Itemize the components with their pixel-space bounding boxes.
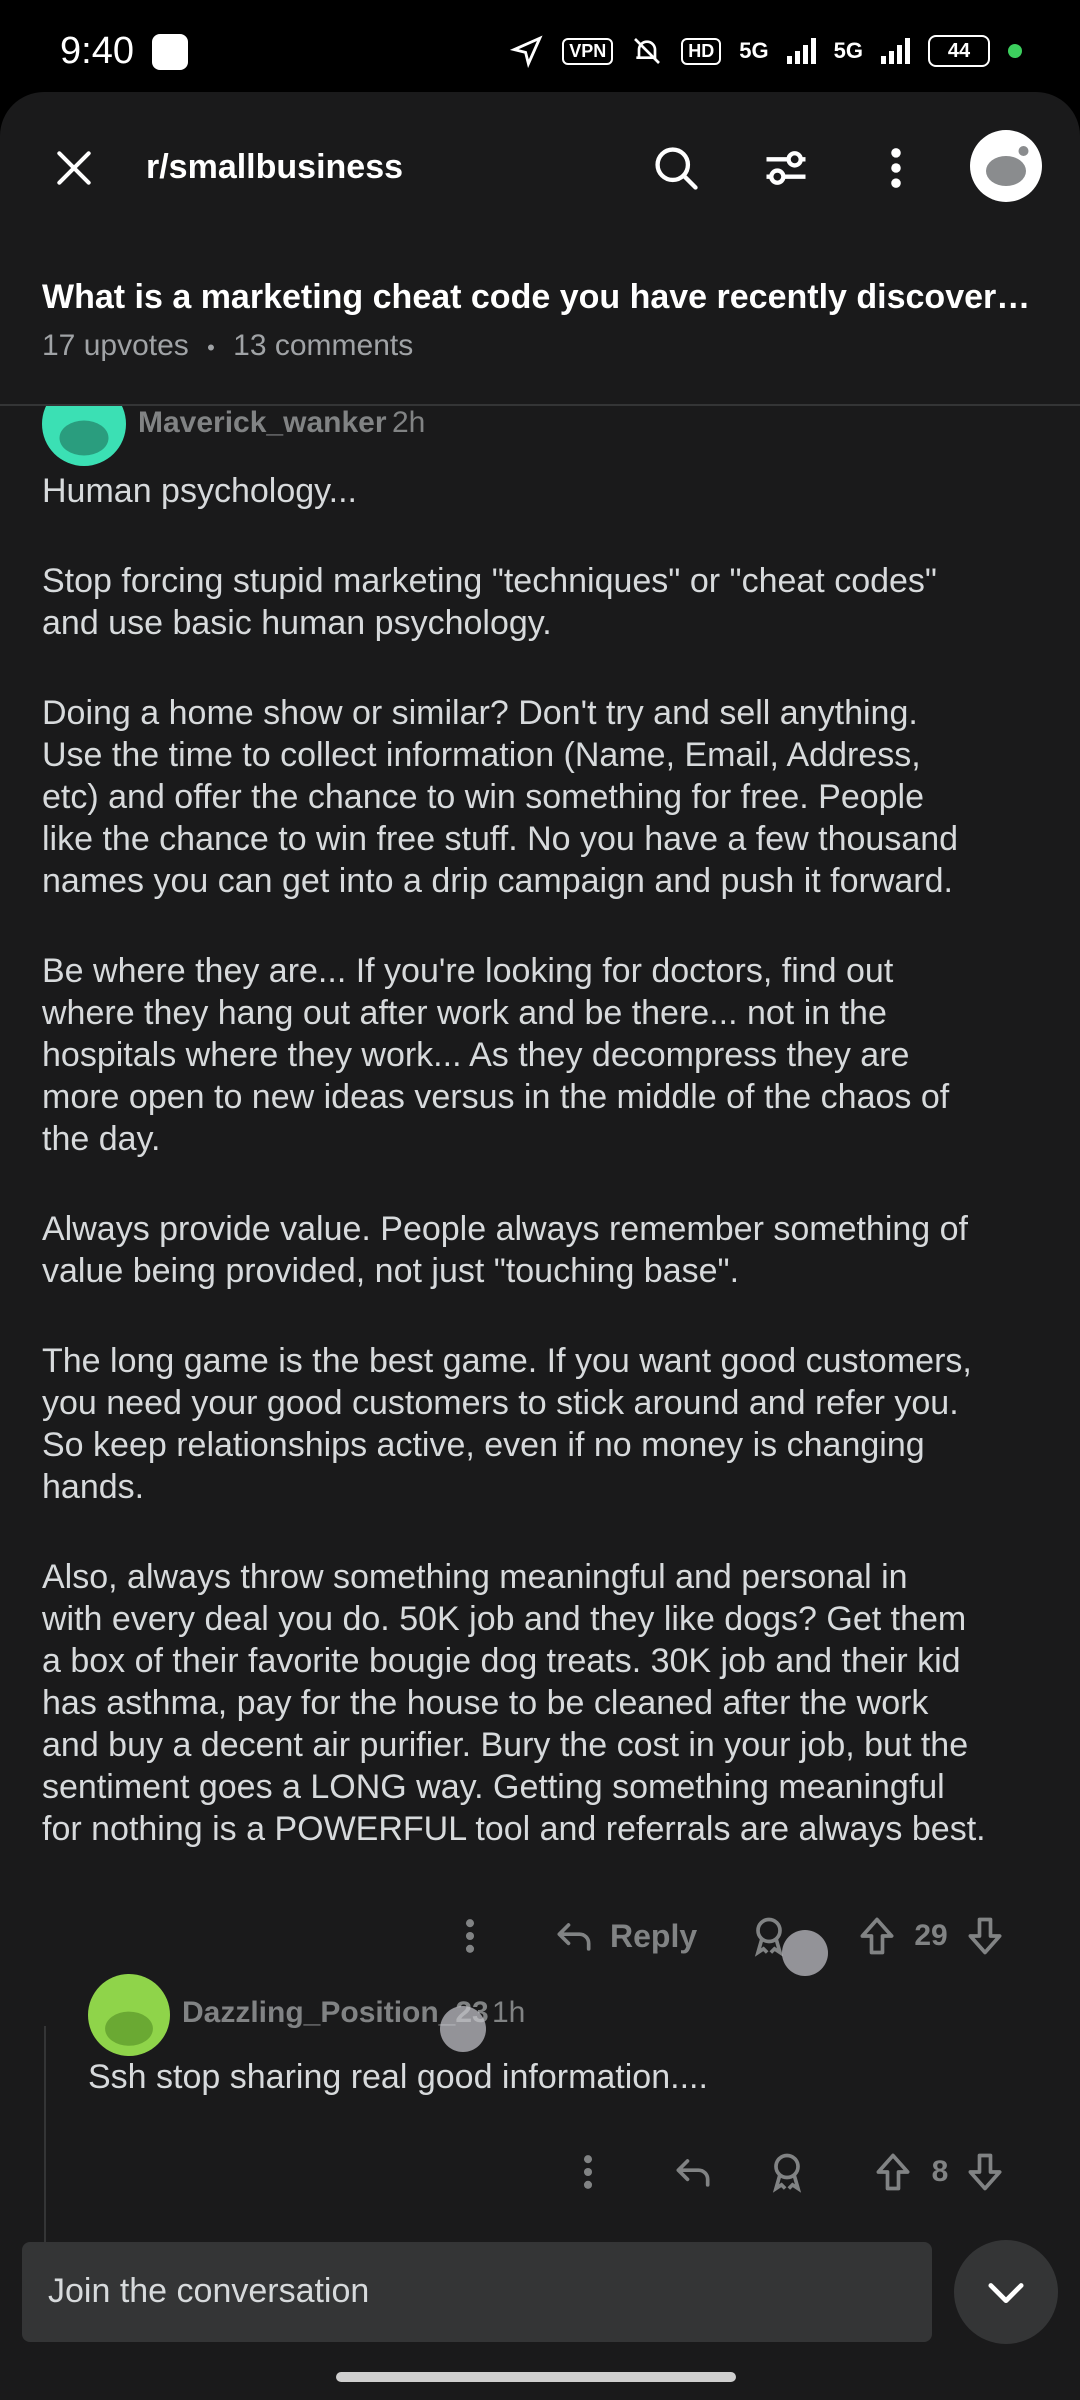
post-meta: 17 upvotes • 13 comments: [42, 329, 1042, 363]
downvote-arrow-icon: [968, 1917, 1002, 1955]
reply-time: 1h: [492, 1996, 526, 2029]
signal-bars-icon-1: [786, 38, 816, 64]
reply-vote-score: 8: [922, 2142, 958, 2202]
post-header[interactable]: What is a marketing cheat code you have …: [42, 278, 1042, 363]
vote-count: 8: [931, 2155, 949, 2188]
more-vertical-icon: [583, 2155, 593, 2189]
comment-count: 13 comments: [233, 329, 414, 362]
comment-paragraph: Also, always throw something meaningful …: [42, 1558, 986, 1848]
signal-bars-icon-2: [881, 38, 910, 64]
comment-author[interactable]: Maverick_wanker: [138, 406, 387, 440]
comment-paragraph: Doing a home show or similar? Don't try …: [42, 694, 959, 900]
touch-indicator: [782, 1930, 828, 1976]
comment-time: 2h: [392, 406, 426, 439]
subreddit-name[interactable]: r/smallbusiness: [146, 148, 403, 187]
close-button[interactable]: [44, 138, 104, 198]
downvote-button[interactable]: [960, 1906, 1010, 1966]
reply-author-avatar[interactable]: [88, 1974, 170, 2056]
reply-arrow-icon: [676, 2159, 710, 2187]
comment-paragraph: Stop forcing stupid marketing "technique…: [42, 562, 937, 642]
award-icon: [772, 2153, 802, 2193]
post-title: What is a marketing cheat code you have …: [42, 278, 1042, 316]
comments-list[interactable]: Maverick_wanker 2h Human psychology... S…: [0, 406, 1080, 2318]
search-button[interactable]: [646, 138, 706, 198]
reply-button[interactable]: Reply: [552, 1906, 697, 1966]
home-gesture-bar[interactable]: [336, 2372, 736, 2382]
upvote-button[interactable]: [852, 1906, 902, 1966]
comment-actions: Reply 29: [0, 1906, 1080, 1976]
snoo-avatar-icon: [59, 420, 109, 456]
search-icon: [655, 147, 698, 190]
comment-paragraph: The long game is the best game. If you w…: [42, 1342, 972, 1506]
battery-indicator: 44: [928, 35, 990, 67]
meta-separator: •: [207, 335, 215, 360]
touch-indicator: [440, 2006, 486, 2052]
chevron-down-icon: [988, 2283, 1024, 2304]
reply-body: Ssh stop sharing real good information..…: [88, 2058, 708, 2096]
snoo-avatar-icon: [986, 146, 1029, 186]
reply-label: Reply: [610, 1917, 698, 1954]
vote-score: 29: [908, 1906, 954, 1966]
comment-more-button[interactable]: [448, 1906, 492, 1966]
reply-arrow-icon: [557, 1923, 591, 1951]
more-vertical-icon: [891, 148, 901, 188]
comment-body: Human psychology... Stop forcing stupid …: [42, 470, 1042, 1898]
comment-paragraph: Human psychology...: [42, 472, 357, 510]
snoo-avatar-icon: [105, 2011, 153, 2046]
join-conversation-placeholder: Join the conversation: [48, 2272, 370, 2310]
upvote-arrow-icon: [876, 2153, 910, 2191]
reply-upvote-button[interactable]: [868, 2142, 918, 2202]
vpn-badge: VPN: [562, 37, 614, 65]
upvote-count: 17 upvotes: [42, 329, 189, 362]
post-sheet: r/smallbusiness What is a marketing chea…: [0, 92, 1080, 2400]
mute-bell-icon: [634, 38, 661, 64]
status-bar: 9:40 VPN HD 5G 5G 44: [0, 0, 1080, 92]
network-5g-label-1: 5G: [739, 38, 769, 63]
vote-count: 29: [914, 1919, 948, 1952]
app-screen: 9:40 VPN HD 5G 5G 44 r/smallbusiness Wha…: [0, 0, 1080, 2400]
downvote-arrow-icon: [968, 2153, 1002, 2191]
close-icon: [57, 151, 91, 185]
privacy-dot: [1008, 44, 1022, 58]
more-vertical-icon: [465, 1919, 475, 1953]
comment-paragraph: Always provide value. People always reme…: [42, 1210, 969, 1290]
reply-more-button[interactable]: [566, 2142, 610, 2202]
join-conversation-input[interactable]: Join the conversation: [22, 2242, 932, 2342]
location-icon: [510, 35, 543, 68]
reply-reply-button[interactable]: [668, 2142, 718, 2202]
collapse-comments-button[interactable]: [954, 2240, 1058, 2344]
reply-actions: 8: [0, 2142, 1080, 2212]
top-app-bar: r/smallbusiness: [0, 92, 1080, 242]
more-options-button[interactable]: [866, 138, 926, 198]
comment-paragraph: Be where they are... If you're looking f…: [42, 952, 950, 1158]
status-time: 9:40: [60, 30, 134, 72]
network-5g-label-2: 5G: [833, 38, 863, 63]
reply-award-button[interactable]: [762, 2142, 812, 2202]
hd-badge: HD: [681, 37, 722, 65]
status-icons: VPN HD 5G 5G 44: [510, 34, 1022, 68]
reply-downvote-button[interactable]: [960, 2142, 1010, 2202]
upvote-arrow-icon: [860, 1917, 894, 1955]
notification-app-icon: [152, 34, 188, 70]
sort-filter-button[interactable]: [756, 138, 816, 198]
filter-icon: [766, 151, 806, 185]
comment-author-avatar[interactable]: [42, 406, 126, 466]
user-avatar[interactable]: [970, 130, 1042, 202]
